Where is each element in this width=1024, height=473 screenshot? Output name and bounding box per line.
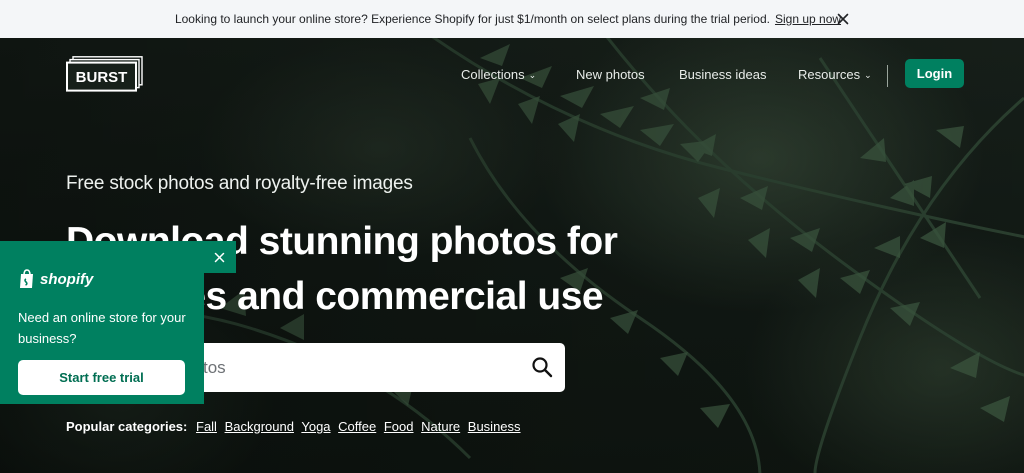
popular-categories: Popular categories: Fall Background Yoga… [66, 419, 525, 434]
nav-divider [887, 65, 888, 87]
close-icon[interactable] [836, 12, 850, 26]
announcement-bar: Looking to launch your online store? Exp… [0, 0, 1024, 38]
shopify-promo-popup: shopify Need an online store for your bu… [0, 241, 236, 404]
signup-link[interactable]: Sign up now [775, 12, 841, 26]
close-icon[interactable] [214, 252, 225, 263]
category-link-yoga[interactable]: Yoga [301, 419, 330, 434]
hero-subtitle: Free stock photos and royalty-free image… [66, 173, 413, 194]
category-link-nature[interactable]: Nature [421, 419, 460, 434]
category-link-background[interactable]: Background [225, 419, 294, 434]
announcement-message: Looking to launch your online store? Exp… [174, 12, 770, 26]
category-link-fall[interactable]: Fall [196, 419, 217, 434]
nav-collections[interactable]: Collections ⌄ [461, 67, 536, 82]
nav-resources-label: Resources [798, 67, 861, 82]
chevron-down-icon: ⌄ [528, 70, 537, 80]
category-link-business[interactable]: Business [468, 419, 521, 434]
category-link-food[interactable]: Food [384, 419, 414, 434]
nav-business-ideas[interactable]: Business ideas [679, 67, 766, 82]
chevron-down-icon: ⌄ [864, 70, 872, 80]
popular-categories-label: Popular categories: [66, 419, 188, 434]
nav-collections-label: Collections [461, 67, 525, 82]
start-free-trial-button[interactable]: Start free trial [18, 360, 185, 395]
main-nav: Collections ⌄ New photos Business ideas R… [0, 62, 1024, 92]
nav-resources[interactable]: Resources ⌄ [798, 67, 872, 82]
category-link-coffee[interactable]: Coffee [338, 419, 376, 434]
nav-new-photos[interactable]: New photos [576, 67, 645, 82]
shopify-brand-text: shopify [40, 270, 94, 288]
login-button[interactable]: Login [905, 59, 964, 88]
shopify-bag-icon [20, 269, 33, 288]
search-icon[interactable] [531, 356, 553, 378]
promo-text: Need an online store for your business? [18, 310, 186, 346]
shopify-logo: shopify [18, 268, 93, 290]
